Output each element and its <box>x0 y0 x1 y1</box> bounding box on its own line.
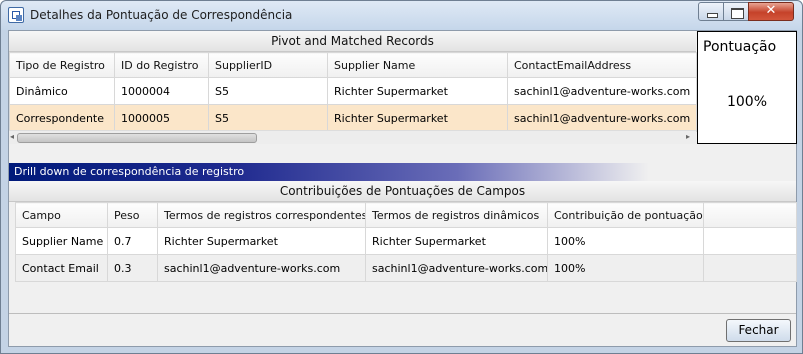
column-header-peso[interactable]: Peso <box>107 202 158 228</box>
table-row[interactable]: Supplier Name 0.7 Richter Supermarket Ri… <box>15 227 797 255</box>
table-cell[interactable]: Supplier Name <box>15 227 108 255</box>
table-cell[interactable]: 0.3 <box>107 254 158 282</box>
dialog-window: Detalhes da Pontuação de Correspondência… <box>0 0 803 354</box>
column-header-matched-terms[interactable]: Termos de registros correspondentes <box>157 202 366 228</box>
window-title: Detalhes da Pontuação de Correspondência <box>30 8 293 22</box>
scrollbar-thumb[interactable] <box>17 133 257 143</box>
score-value: 100% <box>726 94 768 110</box>
table-cell[interactable]: 1000004 <box>114 77 209 105</box>
table-cell[interactable]: Dinâmico <box>9 77 115 105</box>
column-header-supplierid[interactable]: SupplierID <box>208 52 328 78</box>
table-cell[interactable]: 100% <box>547 227 704 255</box>
horizontal-scrollbar[interactable]: ◂ ▸ <box>9 130 696 144</box>
contributions-grid: Contribuições de Pontuações de Campos Ca… <box>9 181 797 285</box>
drilldown-header: Drill down de correspondência de registr… <box>9 163 649 181</box>
table-row-selected[interactable]: Correspondente 1000005 S5 Richter Superm… <box>9 104 697 132</box>
pivot-grid-title: Pivot and Matched Records <box>9 31 696 52</box>
table-cell[interactable]: 1000005 <box>114 104 209 132</box>
close-button[interactable]: Fechar <box>726 319 791 342</box>
close-window-button[interactable]: ✕ <box>748 2 794 21</box>
table-cell[interactable]: Richter Supermarket <box>365 227 548 255</box>
score-panel: Pontuação 100% <box>697 31 797 144</box>
table-cell[interactable]: Contact Email <box>15 254 108 282</box>
column-header-dynamic-terms[interactable]: Termos de registros dinâmicos <box>365 202 548 228</box>
table-cell[interactable]: S5 <box>208 104 328 132</box>
maximize-button[interactable] <box>723 2 749 21</box>
title-bar[interactable]: Detalhes da Pontuação de Correspondência… <box>1 1 802 30</box>
table-cell[interactable]: 0.7 <box>107 227 158 255</box>
pivot-table: Tipo de Registro ID do Registro Supplier… <box>9 52 697 132</box>
column-header-id[interactable]: ID do Registro <box>114 52 209 78</box>
column-header-filler <box>703 202 797 228</box>
table-cell[interactable]: 100% <box>547 254 704 282</box>
scroll-right-icon[interactable]: ▸ <box>686 132 690 141</box>
table-cell[interactable]: Richter Supermarket <box>327 77 508 105</box>
column-header-tipo[interactable]: Tipo de Registro <box>9 52 115 78</box>
button-bar: Fechar <box>9 313 796 346</box>
app-icon <box>8 7 24 23</box>
table-row[interactable]: Dinâmico 1000004 S5 Richter Supermarket … <box>9 77 697 105</box>
score-label: Pontuação <box>703 39 777 55</box>
column-header-email[interactable]: ContactEmailAddress <box>507 52 697 78</box>
dialog-body: Pivot and Matched Records Tipo de Regist… <box>8 30 797 347</box>
table-cell-filler <box>703 254 797 282</box>
contributions-table: Campo Peso Termos de registros correspon… <box>15 202 797 282</box>
minimize-button[interactable] <box>698 2 724 21</box>
table-row[interactable]: Contact Email 0.3 sachinl1@adventure-wor… <box>15 254 797 282</box>
column-header-contribution[interactable]: Contribuição de pontuação <box>547 202 704 228</box>
contributions-header-row: Campo Peso Termos de registros correspon… <box>15 202 797 228</box>
table-cell[interactable]: Correspondente <box>9 104 115 132</box>
table-cell[interactable]: S5 <box>208 77 328 105</box>
column-header-campo[interactable]: Campo <box>15 202 108 228</box>
table-cell[interactable]: sachinl1@adventure-works.com <box>507 104 697 132</box>
scroll-left-icon[interactable]: ◂ <box>10 132 14 141</box>
table-cell[interactable]: sachinl1@adventure-works.com <box>507 77 697 105</box>
table-cell[interactable]: Richter Supermarket <box>157 227 366 255</box>
column-header-supplier-name[interactable]: Supplier Name <box>327 52 508 78</box>
close-icon: ✕ <box>765 3 777 18</box>
table-cell[interactable]: sachinl1@adventure-works.com <box>157 254 366 282</box>
pivot-grid: Pivot and Matched Records Tipo de Regist… <box>9 31 697 144</box>
pivot-header-row: Tipo de Registro ID do Registro Supplier… <box>9 52 697 78</box>
contributions-grid-title: Contribuições de Pontuações de Campos <box>9 181 796 202</box>
table-cell[interactable]: Richter Supermarket <box>327 104 508 132</box>
table-cell-filler <box>703 227 797 255</box>
table-cell[interactable]: sachinl1@adventure-works.com <box>365 254 548 282</box>
